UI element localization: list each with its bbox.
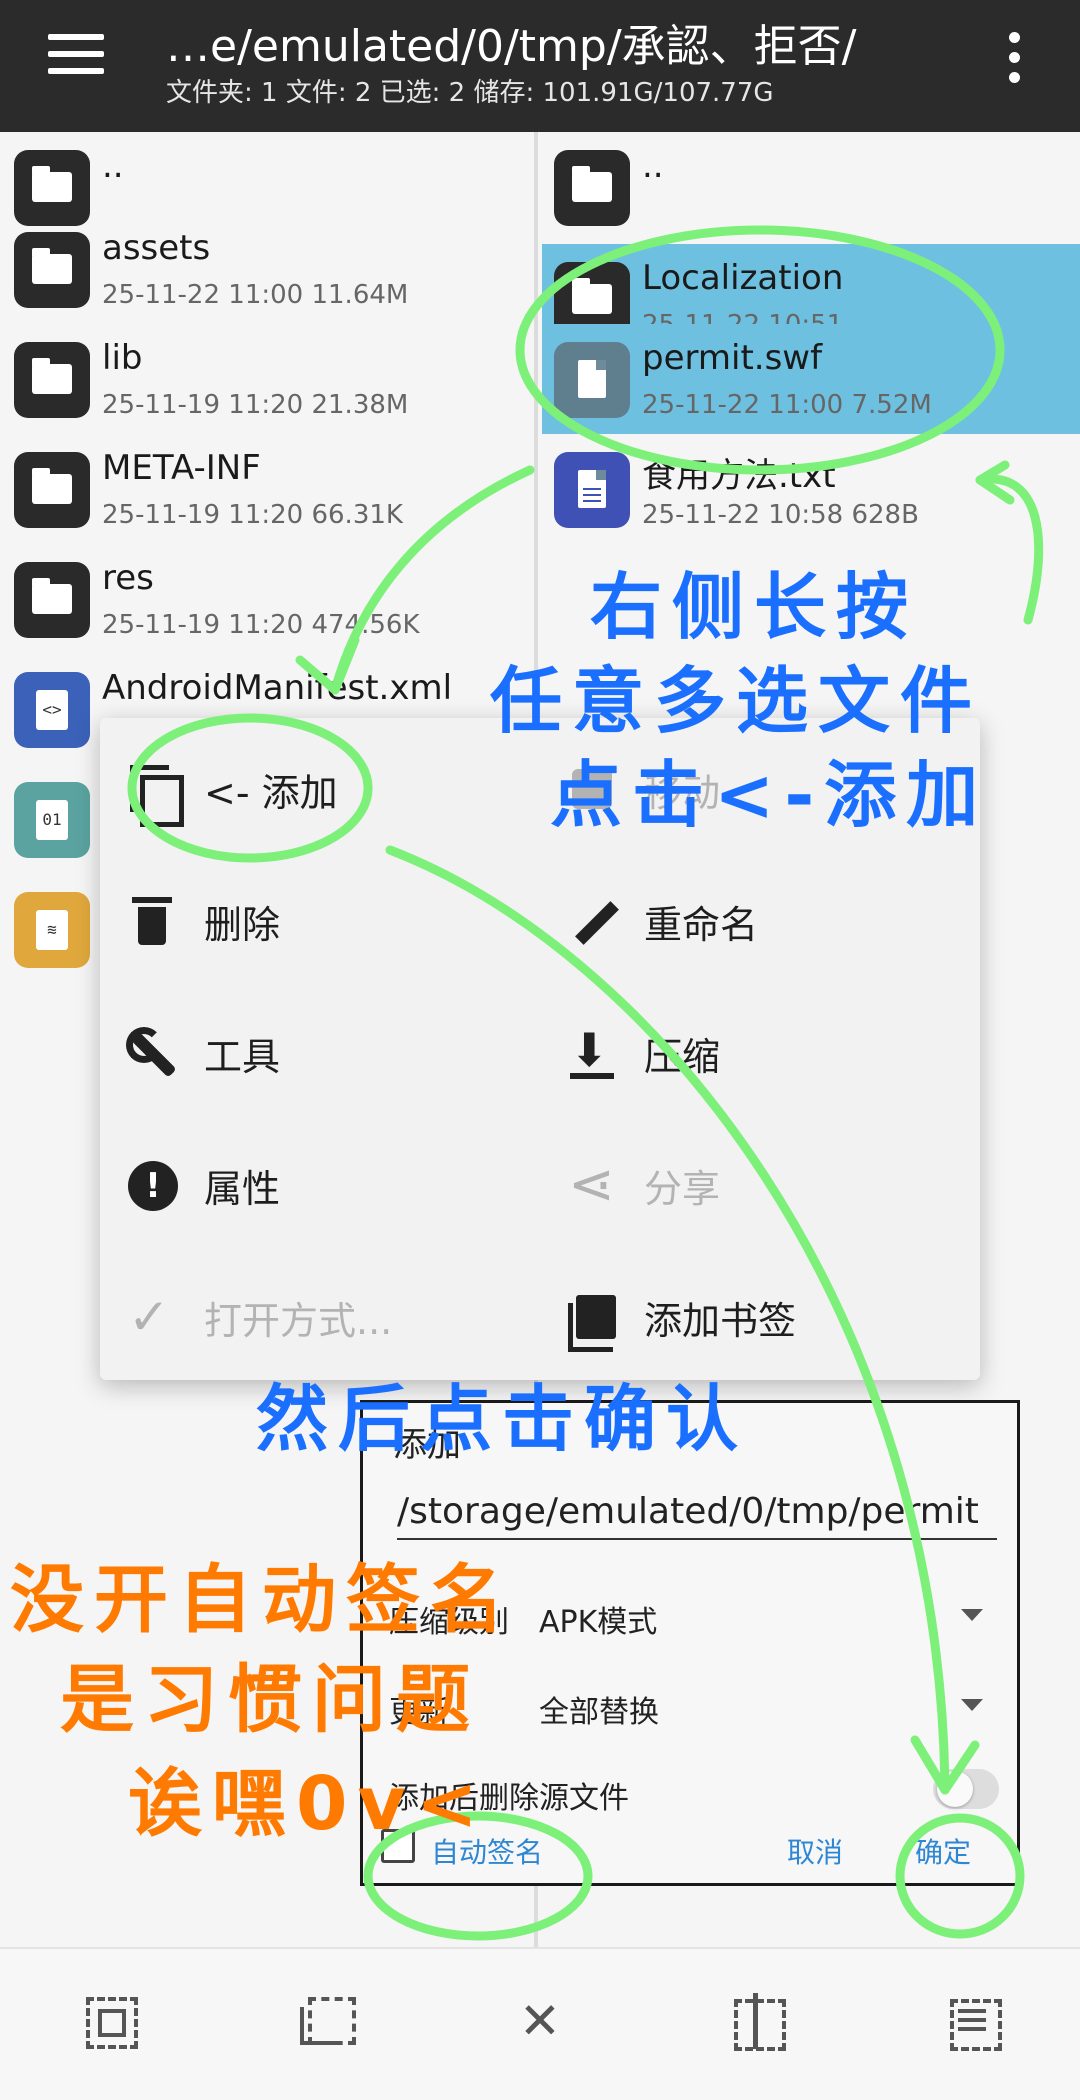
select-range-icon[interactable] (296, 1993, 356, 2049)
xml-file-icon: <> (14, 672, 90, 748)
folder-icon (554, 150, 630, 226)
menu-item-add-bookmark[interactable]: 添加书签 (562, 1272, 796, 1362)
menu-item-label: 压缩 (644, 1034, 721, 1079)
menu-item-tools[interactable]: 工具 (122, 1008, 280, 1098)
menu-item-label: 添加书签 (644, 1298, 797, 1343)
annotation-text: 是习惯问题 (60, 1657, 480, 1743)
file-name: Localization (642, 258, 844, 298)
file-name: assets (102, 228, 211, 268)
close-icon[interactable]: ✕ (512, 1993, 568, 2049)
pencil-icon (562, 891, 622, 951)
file-name: META-INF (102, 448, 261, 488)
file-row[interactable]: 食用方法.txt 25-11-22 10:58 628B (542, 434, 1080, 544)
file-name: permit.swf (642, 338, 823, 378)
file-meta: 25-11-19 11:20 66.31K (102, 500, 403, 530)
file-meta: 25-11-22 10:58 628B (642, 500, 919, 530)
file-name: 食用方法.txt (642, 456, 836, 496)
more-options-icon[interactable] (1004, 32, 1024, 88)
menu-item-compress[interactable]: 压缩 (562, 1008, 720, 1098)
file-name: lib (102, 338, 143, 378)
file-meta: 25-11-19 11:20 474.56K (102, 610, 420, 640)
copy-icon (122, 759, 184, 827)
annotation-text: 诶嘿0v< (128, 1761, 488, 1847)
menu-item-label: 属性 (204, 1166, 281, 1211)
menu-item-label: 分享 (644, 1166, 721, 1211)
update-mode-value: 全部替换 (539, 1695, 659, 1730)
menu-item-share[interactable]: 分享 (562, 1140, 720, 1230)
file-icon (554, 342, 630, 418)
menu-item-label: 删除 (204, 902, 281, 947)
menu-item-delete[interactable]: 删除 (122, 876, 280, 966)
hamburger-menu-icon[interactable] (48, 34, 104, 78)
annotation-text: 任意多选文件 (490, 659, 983, 743)
file-row[interactable]: lib 25-11-19 11:20 21.38M (0, 324, 534, 434)
folder-icon (14, 452, 90, 528)
menu-item-rename[interactable]: 重命名 (562, 876, 758, 966)
dropdown-arrow-icon (961, 1699, 983, 1711)
share-icon (562, 1155, 622, 1215)
file-row[interactable]: assets 25-11-22 11:00 11.64M (0, 214, 534, 324)
archive-path-input[interactable]: /storage/emulated/0/tmp/permit (397, 1491, 997, 1540)
binary-file-icon: 01 (14, 782, 90, 858)
trash-icon (122, 891, 182, 951)
folder-icon (14, 562, 90, 638)
file-meta: 25-11-22 11:00 11.64M (102, 280, 409, 310)
select-all-icon[interactable] (82, 1993, 138, 2049)
invert-selection-icon[interactable] (728, 1993, 786, 2051)
bookmark-icon (562, 1287, 622, 1352)
bottom-toolbar: ✕ (0, 1947, 1080, 2100)
menu-item-label: 重命名 (644, 902, 759, 947)
file-row-selected[interactable]: permit.swf 25-11-22 11:00 7.52M (542, 324, 1080, 434)
annotation-text: 点击<-添加 (550, 753, 989, 837)
file-row[interactable]: META-INF 25-11-19 11:20 66.31K (0, 434, 534, 544)
folder-icon (14, 342, 90, 418)
annotation-text: 然后点击确认 (256, 1377, 749, 1461)
annotation-text: 右侧长按 (590, 565, 919, 649)
compress-level-value: APK模式 (539, 1605, 658, 1640)
folder-icon (14, 232, 90, 308)
menu-item-label: <- 添加 (204, 770, 338, 815)
dropdown-arrow-icon (961, 1609, 983, 1621)
current-path-title: …e/emulated/0/tmp/承認、拒否/ (166, 21, 857, 72)
delete-source-switch[interactable] (933, 1769, 999, 1809)
menu-item-properties[interactable]: 属性 (122, 1140, 280, 1230)
file-meta: 25-11-22 11:00 7.52M (642, 390, 932, 420)
file-name: .. (102, 146, 124, 186)
info-icon (122, 1155, 182, 1215)
menu-item-label: 工具 (204, 1034, 281, 1079)
file-name: .. (642, 146, 664, 186)
layers-file-icon: ≋ (14, 892, 90, 968)
file-name: AndroidManifest.xml (102, 668, 453, 708)
file-name: res (102, 558, 154, 598)
wrench-icon (122, 1023, 182, 1083)
select-list-icon[interactable] (944, 1993, 1002, 2051)
file-meta: 25-11-19 11:20 21.38M (102, 390, 409, 420)
file-row[interactable]: .. (542, 132, 1080, 242)
top-app-bar: …e/emulated/0/tmp/承認、拒否/ 文件夹: 1 文件: 2 已选… (0, 0, 1080, 132)
download-icon (562, 1023, 622, 1083)
menu-item-open-with[interactable]: 打开方式... (122, 1272, 392, 1362)
text-file-icon (554, 452, 630, 528)
ok-button[interactable]: 确定 (915, 1831, 971, 1871)
cancel-button[interactable]: 取消 (787, 1831, 843, 1871)
storage-summary: 文件夹: 1 文件: 2 已选: 2 储存: 101.91G/107.77G (166, 78, 774, 108)
menu-item-label: 打开方式... (204, 1298, 393, 1343)
annotation-text: 没开自动签名 (10, 1557, 514, 1643)
check-icon (122, 1287, 182, 1347)
menu-item-add[interactable]: <- 添加 (122, 744, 338, 834)
file-row[interactable]: res 25-11-19 11:20 474.56K (0, 544, 534, 654)
